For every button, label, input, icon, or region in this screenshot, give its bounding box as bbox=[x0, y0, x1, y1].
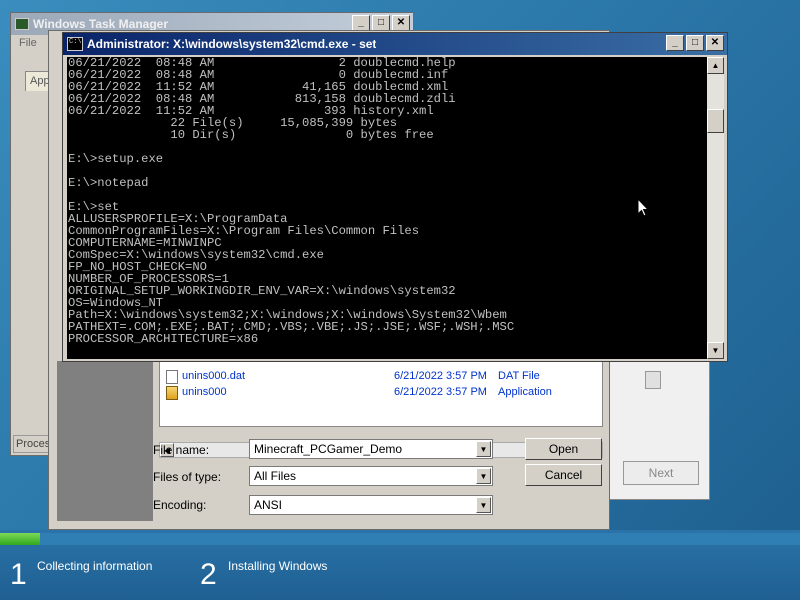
cmd-minimize-button[interactable]: _ bbox=[666, 35, 684, 51]
mouse-cursor-icon bbox=[637, 198, 650, 217]
file-type-select[interactable]: All Files ▼ bbox=[249, 466, 493, 486]
cmd-console-output[interactable]: 06/21/2022 08:48 AM 2 doublecmd.help 06/… bbox=[67, 57, 709, 359]
scroll-up-icon[interactable]: ▲ bbox=[707, 57, 724, 74]
task-manager-maximize-button[interactable]: □ bbox=[372, 15, 390, 31]
step-2-number: 2 bbox=[200, 558, 217, 591]
cmd-vertical-scrollbar[interactable]: ▲ ▼ bbox=[707, 57, 724, 359]
chevron-down-icon[interactable]: ▼ bbox=[476, 468, 491, 484]
step-1: 1 bbox=[10, 558, 27, 592]
step-2-label: Installing Windows bbox=[228, 559, 328, 573]
file-type: DAT File bbox=[498, 370, 540, 382]
app-icon bbox=[166, 386, 178, 400]
file-date: 6/21/2022 3:57 PM bbox=[394, 386, 487, 398]
setup-progress-bar bbox=[0, 533, 800, 545]
cmd-console-text: 06/21/2022 08:48 AM 2 doublecmd.help 06/… bbox=[68, 57, 515, 346]
file-date: 6/21/2022 3:57 PM bbox=[394, 370, 487, 382]
file-icon bbox=[166, 370, 178, 384]
command-prompt-window: C:\ Administrator: X:\windows\system32\c… bbox=[62, 32, 728, 362]
file-row[interactable]: unins000.dat 6/21/2022 3:57 PM DAT File bbox=[164, 368, 540, 384]
file-name-label: File name: bbox=[153, 443, 210, 457]
file-type-value: All Files bbox=[254, 469, 297, 483]
chevron-down-icon[interactable]: ▼ bbox=[476, 441, 491, 457]
encoding-label: Encoding: bbox=[153, 498, 207, 512]
cmd-title: Administrator: X:\windows\system32\cmd.e… bbox=[87, 37, 377, 51]
file-name: unins000.dat bbox=[182, 370, 245, 382]
file-row[interactable]: unins000 6/21/2022 3:57 PM Application bbox=[164, 384, 552, 400]
file-type-label: Files of type: bbox=[153, 470, 222, 484]
task-manager-icon bbox=[15, 18, 29, 30]
cmd-maximize-button[interactable]: □ bbox=[686, 35, 704, 51]
file-name: unins000 bbox=[182, 386, 227, 398]
open-dialog-places-bar bbox=[57, 361, 153, 521]
task-manager-title: Windows Task Manager bbox=[33, 17, 169, 31]
scroll-down-icon[interactable]: ▼ bbox=[707, 342, 724, 359]
open-dialog-file-list[interactable]: unins000.dat 6/21/2022 3:57 PM DAT File … bbox=[159, 361, 603, 427]
task-manager-minimize-button[interactable]: _ bbox=[352, 15, 370, 31]
step-1-label: Collecting information bbox=[37, 559, 153, 573]
cmd-close-button[interactable]: ✕ bbox=[706, 35, 724, 51]
open-button[interactable]: Open bbox=[525, 438, 602, 460]
encoding-value: ANSI bbox=[254, 498, 283, 512]
cmd-titlebar[interactable]: C:\ Administrator: X:\windows\system32\c… bbox=[63, 33, 727, 55]
task-manager-close-button[interactable]: ✕ bbox=[392, 15, 410, 31]
encoding-select[interactable]: ANSI ▼ bbox=[249, 495, 493, 515]
task-manager-menu-file[interactable]: File bbox=[19, 37, 37, 49]
chevron-down-icon[interactable]: ▼ bbox=[476, 497, 491, 513]
file-name-input[interactable]: Minecraft_PCGamer_Demo ▼ bbox=[249, 439, 493, 459]
file-name-value: Minecraft_PCGamer_Demo bbox=[254, 442, 403, 456]
setup-side-button[interactable] bbox=[645, 371, 661, 389]
step-2: 2 bbox=[200, 558, 217, 592]
next-button[interactable]: Next bbox=[623, 461, 699, 485]
cmd-icon: C:\ bbox=[67, 37, 83, 51]
step-1-number: 1 bbox=[10, 558, 27, 591]
cmd-scroll-thumb[interactable] bbox=[707, 109, 724, 133]
setup-progress-fill bbox=[0, 533, 40, 545]
cancel-button[interactable]: Cancel bbox=[525, 464, 602, 486]
file-type: Application bbox=[498, 386, 552, 398]
